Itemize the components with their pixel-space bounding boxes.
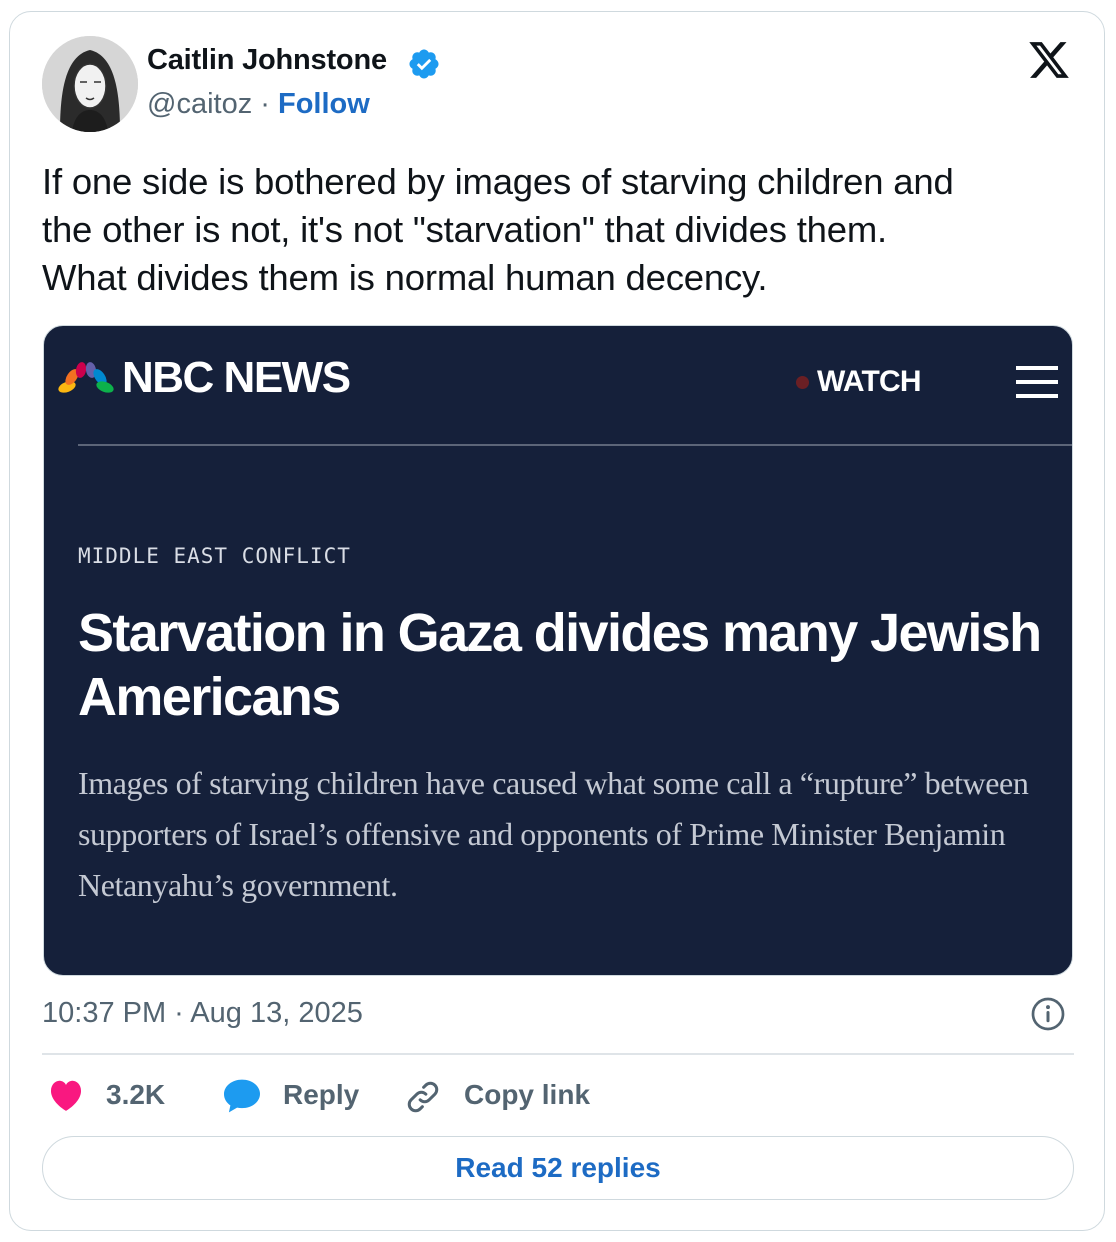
nbc-article-card[interactable]: NBC NEWS WATCH MIDDLE EAST CONFLICT Star… bbox=[43, 325, 1073, 976]
verified-badge-icon bbox=[409, 49, 439, 79]
link-icon bbox=[407, 1081, 439, 1113]
avatar-portrait-icon bbox=[42, 36, 138, 132]
header-divider bbox=[78, 444, 1072, 446]
live-dot-icon bbox=[796, 376, 809, 389]
article-headline: Starvation in Gaza divides many Jewish A… bbox=[78, 603, 1042, 727]
article-kicker: MIDDLE EAST CONFLICT bbox=[78, 544, 351, 568]
author-name[interactable]: Caitlin Johnstone bbox=[147, 44, 387, 77]
tweet-text: If one side is bothered by images of sta… bbox=[42, 161, 954, 298]
article-dek: Images of starving children have caused … bbox=[78, 765, 1029, 903]
handle-row: @caitoz · Follow bbox=[147, 88, 370, 121]
likes-count: 3.2K bbox=[106, 1079, 166, 1110]
reply-label: Reply bbox=[283, 1079, 360, 1110]
tweet-timestamp[interactable]: 10:37 PM · Aug 13, 2025 bbox=[42, 997, 363, 1030]
separator: · bbox=[260, 88, 270, 120]
read-replies-button[interactable]: Read 52 replies bbox=[42, 1136, 1074, 1200]
nbc-peacock-icon bbox=[58, 362, 114, 393]
like-button[interactable]: 3.2K bbox=[48, 1076, 188, 1116]
speech-bubble-icon bbox=[224, 1079, 260, 1113]
watch-link[interactable]: WATCH bbox=[817, 365, 922, 399]
reply-button[interactable]: Reply bbox=[222, 1076, 372, 1116]
heart-icon bbox=[50, 1080, 82, 1111]
divider bbox=[42, 1053, 1074, 1055]
info-icon[interactable] bbox=[1030, 996, 1066, 1032]
copy-link-label: Copy link bbox=[464, 1079, 591, 1110]
avatar[interactable] bbox=[42, 36, 138, 132]
menu-icon[interactable] bbox=[1016, 364, 1058, 400]
follow-button[interactable]: Follow bbox=[278, 88, 370, 120]
copy-link-button[interactable]: Copy link bbox=[404, 1076, 604, 1116]
nbc-news-logo-text: NBC NEWS bbox=[122, 353, 351, 402]
author-handle[interactable]: @caitoz bbox=[147, 88, 252, 120]
x-logo-icon[interactable] bbox=[1026, 38, 1072, 82]
